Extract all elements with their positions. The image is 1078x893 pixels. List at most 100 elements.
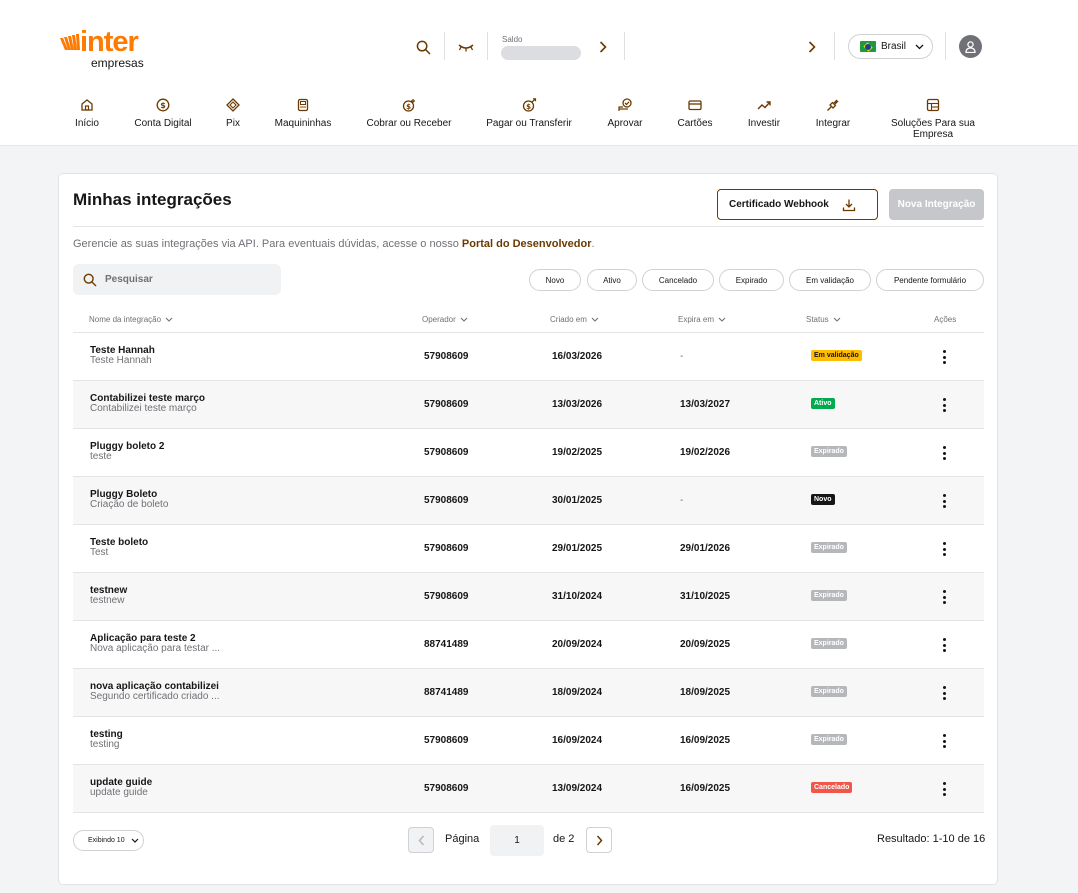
eye-closed-icon[interactable]	[456, 40, 476, 54]
nav-item-pix[interactable]: Pix	[216, 96, 250, 140]
table-row[interactable]: Teste Hannah Teste Hannah 57908609 16/03/20…	[73, 333, 984, 381]
status-badge: Cancelado	[811, 782, 853, 793]
new-integration-button[interactable]: Nova Integração	[889, 189, 984, 220]
filter-chip-ativo[interactable]: Ativo	[587, 269, 637, 291]
next-page-button[interactable]	[586, 827, 612, 853]
integration-name-cell: Aplicação para teste 2 Nova aplicação par…	[90, 633, 220, 654]
operator-cell: 57908609	[424, 399, 469, 410]
previous-page-button[interactable]	[408, 827, 434, 853]
chevron-down-icon	[915, 44, 924, 49]
approve-icon	[600, 96, 650, 114]
nav-item-integrar[interactable]: Integrar	[808, 96, 858, 140]
nav-label: Integrar	[815, 118, 851, 129]
nav-item-maquininhas[interactable]: Maquininhas	[268, 96, 338, 140]
divider	[73, 226, 984, 227]
filter-chip-em-validacao[interactable]: Em validação	[789, 269, 871, 291]
table-row[interactable]: update guide update guide 57908609 13/09/20…	[73, 765, 984, 813]
chevron-down-icon	[131, 838, 139, 843]
integrations-card: Minhas integrações Certificado Webhook N…	[58, 173, 998, 885]
operator-cell: 57908609	[424, 735, 469, 746]
status-badge: Em validação	[811, 350, 862, 361]
expires-date-cell: 31/10/2025	[680, 591, 731, 602]
header-divider	[487, 32, 488, 60]
column-header-actions: Ações	[934, 315, 957, 324]
table-row[interactable]: nova aplicação contabilizei Segundo certi…	[73, 669, 984, 717]
table-row[interactable]: testing testing 57908609 16/09/2024 16/09/20…	[73, 717, 984, 765]
page-label: Página	[445, 833, 480, 845]
more-actions-icon[interactable]	[939, 443, 949, 463]
user-avatar-icon[interactable]	[959, 35, 982, 58]
column-header-expires[interactable]: Expira em	[678, 315, 726, 324]
more-actions-icon[interactable]	[939, 395, 949, 415]
chevron-right-icon[interactable]	[596, 39, 610, 55]
search-icon[interactable]	[414, 38, 432, 56]
more-actions-icon[interactable]	[939, 539, 949, 559]
table-row[interactable]: Pluggy boleto 2 teste 57908609 19/02/2025 19…	[73, 429, 984, 477]
balance-label: Saldo	[502, 35, 523, 44]
nav-label: Pix	[226, 118, 240, 129]
column-header-name[interactable]: Nome da integração	[89, 315, 173, 324]
table-row[interactable]: Teste boleto Test 57908609 29/01/2025 29/01/…	[73, 525, 984, 573]
svg-text:$: $	[526, 103, 531, 111]
integration-name-cell: testnew testnew	[90, 585, 127, 606]
table-header: Nome da integração Operador Criado em Ex…	[73, 307, 984, 333]
table-row[interactable]: testnew testnew 57908609 31/10/2024 31/10/20…	[73, 573, 984, 621]
current-page-input[interactable]: 1	[490, 825, 544, 856]
filter-chip-expirado[interactable]: Expirado	[719, 269, 784, 291]
created-date-cell: 16/03/2026	[552, 351, 603, 362]
page-size-select[interactable]: Exibindo 10	[73, 830, 144, 851]
operator-cell: 88741489	[424, 687, 469, 698]
table-row[interactable]: Pluggy Boleto Criação de boleto 57908609 30…	[73, 477, 984, 525]
country-selector[interactable]: Brasil	[848, 34, 933, 59]
integration-name-cell: Teste Hannah Teste Hannah	[90, 345, 155, 366]
more-actions-icon[interactable]	[939, 731, 949, 751]
expires-date-cell: 20/09/2025	[680, 639, 731, 650]
pos-machine-icon	[268, 96, 338, 114]
search-icon	[83, 273, 97, 286]
integration-name-cell: Pluggy Boleto Criação de boleto	[90, 489, 168, 510]
more-actions-icon[interactable]	[939, 779, 949, 799]
table-row[interactable]: Contabilizei teste março Contabilizei tes…	[73, 381, 984, 429]
nav-item-aprovar[interactable]: Aprovar	[600, 96, 650, 140]
created-date-cell: 31/10/2024	[552, 591, 603, 602]
integration-description: Teste Hannah	[90, 355, 152, 366]
more-actions-icon[interactable]	[939, 683, 949, 703]
grid-icon	[878, 96, 988, 114]
top-header: inter empresas Saldo Brasil Início $ Con…	[0, 0, 1078, 146]
filter-chip-cancelado[interactable]: Cancelado	[642, 269, 714, 291]
expires-date-cell: -	[680, 495, 684, 506]
operator-cell: 57908609	[424, 495, 469, 506]
nav-item-inicio[interactable]: Início	[64, 96, 110, 140]
chevron-right-icon[interactable]	[805, 39, 819, 55]
integration-name-cell: Pluggy boleto 2 teste	[90, 441, 164, 462]
page-total: de 2	[553, 833, 575, 845]
search-input[interactable]: Pesquisar	[73, 264, 281, 295]
webhook-certificate-button[interactable]: Certificado Webhook	[717, 189, 878, 220]
svg-text:$: $	[160, 101, 166, 110]
nav-item-cartoes[interactable]: Cartões	[670, 96, 720, 140]
nav-label: Soluções Para sua Empresa	[891, 118, 975, 140]
more-actions-icon[interactable]	[939, 347, 949, 367]
filter-chip-novo[interactable]: Novo	[529, 269, 581, 291]
nav-item-cobrar-ou-receber[interactable]: $ Cobrar ou Receber	[358, 96, 460, 140]
nav-label: Maquininhas	[274, 118, 332, 129]
table-row[interactable]: Aplicação para teste 2 Nova aplicação par…	[73, 621, 984, 669]
status-badge: Expirado	[811, 542, 847, 553]
nav-item-investir[interactable]: Investir	[740, 96, 788, 140]
column-header-created[interactable]: Criado em	[550, 315, 599, 324]
filter-chip-pendente-formulario[interactable]: Pendente formulário	[876, 269, 984, 291]
nav-item-solucoes[interactable]: Soluções Para sua Empresa	[878, 96, 988, 140]
more-actions-icon[interactable]	[939, 635, 949, 655]
chevron-down-icon	[165, 317, 173, 322]
inter-logo[interactable]: inter empresas	[58, 26, 158, 72]
nav-item-pagar-ou-transferir[interactable]: $ Pagar ou Transferir	[478, 96, 580, 140]
status-badge: Novo	[811, 494, 835, 505]
nav-item-conta-digital[interactable]: $ Conta Digital	[124, 96, 202, 140]
operator-cell: 57908609	[424, 591, 469, 602]
column-header-operator[interactable]: Operador	[422, 315, 468, 324]
column-header-status[interactable]: Status	[806, 315, 841, 324]
more-actions-icon[interactable]	[939, 491, 949, 511]
more-actions-icon[interactable]	[939, 587, 949, 607]
integration-description: Nova aplicação para testar ...	[90, 643, 221, 654]
developer-portal-link[interactable]: Portal do Desenvolvedor	[462, 238, 592, 250]
